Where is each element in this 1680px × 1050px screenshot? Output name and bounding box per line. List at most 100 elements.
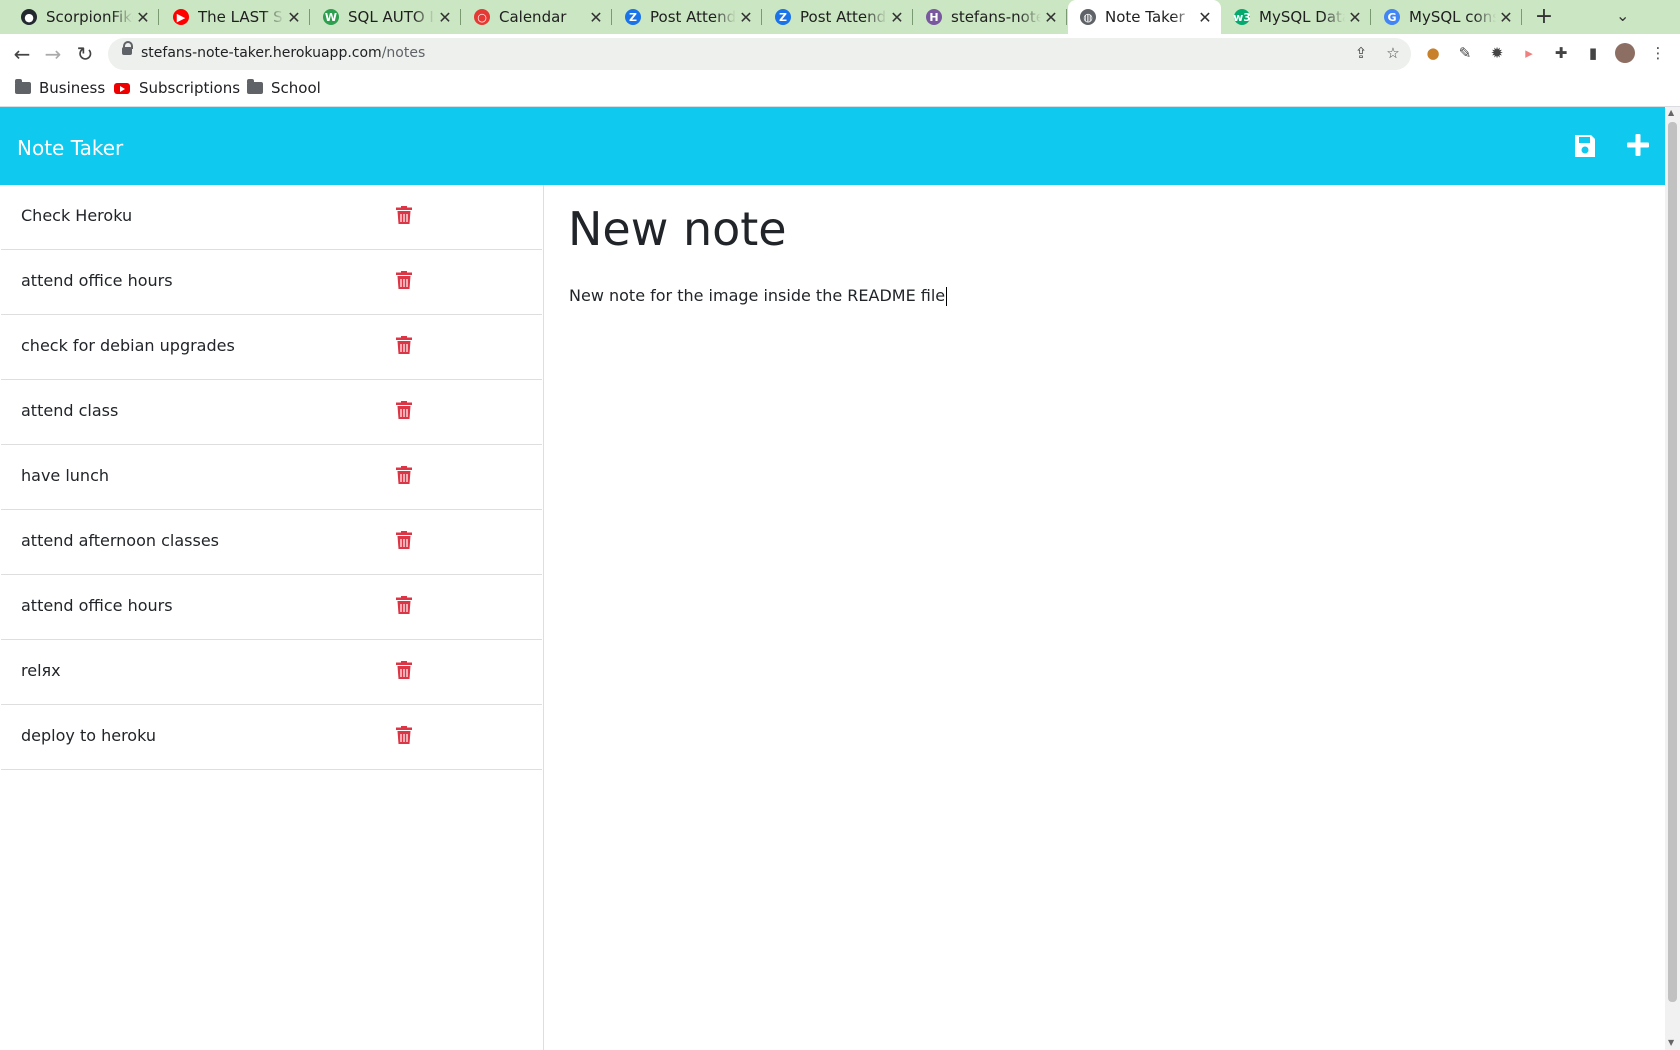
note-list-item[interactable]: Check Heroku [1, 185, 542, 250]
tab-search-chevron-icon[interactable]: ⌄ [1616, 6, 1629, 25]
youtube-icon [114, 82, 130, 94]
scrollbar-thumb[interactable] [1668, 122, 1677, 1002]
browser-tab[interactable]: Hstefans-note ✕ [914, 0, 1067, 34]
new-tab-button[interactable]: + [1532, 4, 1556, 29]
youtube-icon: ▶ [173, 9, 189, 25]
bookmark-school[interactable]: School [247, 79, 321, 97]
delete-trash-icon[interactable] [396, 466, 412, 484]
note-list-item[interactable]: have lunch [1, 445, 542, 510]
app-navbar [0, 107, 1665, 185]
url-text[interactable]: stefans-note-taker.herokuapp.com/notes [141, 45, 425, 61]
delete-trash-icon[interactable] [396, 661, 412, 679]
folder-icon [15, 79, 31, 94]
new-note-icon[interactable] [1626, 133, 1650, 157]
note-title: attend office hours [21, 271, 173, 290]
bookmark-star-icon[interactable]: ☆ [1383, 43, 1403, 63]
tab-close-icon[interactable]: ✕ [284, 8, 304, 27]
note-textarea[interactable]: New note for the image inside the README… [569, 286, 948, 306]
settings-extension-icon[interactable]: ✹ [1487, 43, 1507, 63]
delete-trash-icon[interactable] [396, 271, 412, 289]
tab-title: Note Taker [1105, 8, 1185, 26]
tab-separator [460, 9, 461, 25]
bookmark-subscriptions[interactable]: Subscriptions [114, 79, 240, 97]
browser-tab[interactable]: w3 MySQL Data ✕ [1222, 0, 1371, 34]
tab-title: Post Attende [650, 8, 736, 26]
reload-icon[interactable]: ↻ [73, 42, 97, 66]
note-list-item[interactable]: attend office hours [1, 250, 542, 315]
note-list-item[interactable]: attend class [1, 380, 542, 445]
tab-close-icon[interactable]: ✕ [887, 8, 907, 27]
tab-separator [912, 9, 913, 25]
heroku-icon: H [926, 9, 942, 25]
tab-title: stefans-note [951, 8, 1041, 26]
delete-trash-icon[interactable] [396, 531, 412, 549]
note-list-item[interactable]: attend office hours [1, 575, 542, 640]
note-title: relяx [21, 661, 61, 680]
browser-tab[interactable]: ▶ The LAST So ✕ [161, 0, 310, 34]
zoom-icon: Z [775, 9, 791, 25]
tab-close-icon[interactable]: ✕ [1496, 8, 1516, 27]
tab-close-icon[interactable]: ✕ [435, 8, 455, 27]
note-title: attend office hours [21, 596, 173, 615]
tab-close-icon[interactable]: ✕ [736, 8, 756, 27]
delete-trash-icon[interactable] [396, 336, 412, 354]
w-icon: W [323, 9, 339, 25]
browser-tab[interactable]: G MySQL const✕ [1372, 0, 1522, 34]
w3schools-icon: w3 [1233, 9, 1251, 25]
browser-menu-icon[interactable]: ⋮ [1648, 43, 1668, 63]
tab-separator [1521, 9, 1522, 25]
tab-close-icon[interactable]: ✕ [1345, 8, 1365, 27]
tab-title: MySQL Data [1259, 8, 1345, 26]
browser-tab[interactable]: ● ScorpionFiko ✕ [9, 0, 159, 34]
screencast-extension-icon[interactable]: ▸ [1519, 43, 1539, 63]
bookmark-business[interactable]: Business [15, 79, 105, 97]
note-title: check for debian upgrades [21, 336, 235, 355]
tab-close-icon[interactable]: ✕ [586, 8, 606, 27]
extension-icon[interactable]: ✎ [1455, 43, 1475, 63]
save-note-icon[interactable] [1573, 133, 1597, 159]
browser-tab[interactable]: Z Post Attende ✕ [613, 0, 762, 34]
puzzle-icon[interactable]: ✚ [1551, 43, 1571, 63]
browser-tab[interactable]: ○ Calendar ✕ [462, 0, 612, 34]
note-list-item[interactable]: attend afternoon classes [1, 510, 542, 575]
bookmark-label: School [271, 79, 321, 97]
bookmark-label: Subscriptions [139, 79, 241, 97]
delete-trash-icon[interactable] [396, 206, 412, 224]
tab-close-icon[interactable]: ✕ [1195, 8, 1215, 27]
lock-icon[interactable] [122, 41, 133, 55]
tab-separator [158, 9, 159, 25]
delete-trash-icon[interactable] [396, 596, 412, 614]
note-list-item[interactable]: check for debian upgrades [1, 315, 542, 380]
note-list-item[interactable]: relяx [1, 640, 542, 705]
delete-trash-icon[interactable] [396, 401, 412, 419]
note-list-item[interactable]: deploy to heroku [1, 705, 542, 770]
note-title: have lunch [21, 466, 110, 485]
note-title: attend afternoon classes [21, 531, 219, 550]
forward-arrow-icon[interactable]: → [41, 42, 65, 66]
browser-tab[interactable]: Z Post Attende ✕ [763, 0, 913, 34]
cookie-extension-icon[interactable]: ● [1423, 43, 1443, 63]
globe-icon: ◍ [1080, 9, 1096, 25]
tab-close-icon[interactable]: ✕ [133, 8, 153, 27]
profile-avatar[interactable] [1615, 43, 1635, 63]
delete-trash-icon[interactable] [396, 726, 412, 744]
browser-tab[interactable]: W SQL AUTO IN✕ [311, 0, 461, 34]
side-panel-icon[interactable]: ▮ [1583, 43, 1603, 63]
text-caret [946, 287, 948, 306]
share-icon[interactable]: ⇪ [1351, 43, 1371, 63]
tab-separator [309, 9, 310, 25]
tab-title: SQL AUTO IN [348, 8, 435, 26]
calendar-icon: ○ [474, 9, 490, 25]
tab-separator [1066, 9, 1067, 25]
folder-icon [247, 79, 263, 94]
note-title-input[interactable]: New note [568, 202, 787, 256]
tab-title: Calendar [499, 8, 567, 26]
scroll-up-arrow-icon[interactable]: ▲ [1668, 108, 1674, 117]
bookmark-label: Business [39, 79, 106, 97]
scroll-down-arrow-icon[interactable]: ▼ [1668, 1038, 1674, 1047]
app-title[interactable]: Note Taker [17, 136, 123, 160]
browser-tab[interactable]: ◍ Note Taker ✕ [1068, 0, 1221, 34]
back-arrow-icon[interactable]: ← [10, 42, 34, 66]
tab-title: ScorpionFiko [46, 8, 133, 26]
tab-close-icon[interactable]: ✕ [1041, 8, 1061, 27]
